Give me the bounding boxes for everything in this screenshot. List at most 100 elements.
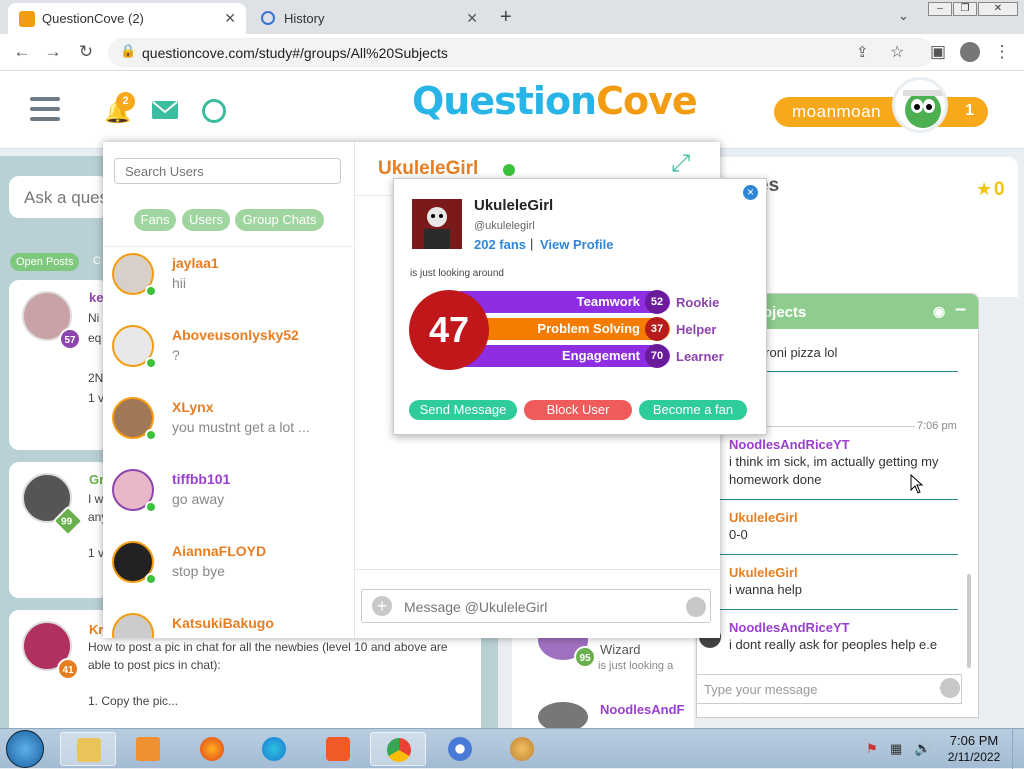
fans-link[interactable]: 202 fans	[474, 237, 526, 252]
firefox-icon	[200, 737, 224, 761]
post-card[interactable]: 99 Gr I w any 1 v	[9, 462, 109, 598]
level-circle: 47	[409, 290, 489, 370]
taskbar-edge[interactable]	[246, 732, 302, 766]
post-card[interactable]: 57 ke Ni eq 2N 1 v	[9, 280, 109, 450]
post-author[interactable]: ke	[89, 290, 103, 305]
address-bar[interactable]: 🔒 questioncove.com/study#/groups/All%20S…	[108, 38, 934, 67]
share-icon[interactable]: ⇪	[856, 43, 869, 61]
message-author[interactable]: NoodlesAndRiceYT	[729, 620, 850, 635]
taskbar-chrome[interactable]	[370, 732, 426, 766]
bookmark-star-icon[interactable]: ☆	[890, 42, 904, 62]
block-user-button[interactable]: Block User	[524, 400, 632, 420]
conversation-name: Aboveusonlysky52	[172, 327, 299, 343]
site-header: 🔔 2 QuestionCove moanmoan 1	[0, 71, 1024, 149]
edge-icon	[262, 737, 286, 761]
menu-dots-icon[interactable]: ⋮	[992, 42, 1012, 62]
send-message-button[interactable]: Send Message	[409, 400, 517, 420]
filter-users[interactable]: Users	[182, 209, 230, 231]
message-author[interactable]: UkuleleGirl	[729, 565, 798, 580]
emoji-icon[interactable]	[686, 597, 706, 617]
become-fan-button[interactable]: Become a fan	[639, 400, 747, 420]
conversation-item[interactable]: XLynx you mustnt get a lot ...	[103, 391, 355, 463]
search-users-input[interactable]	[114, 158, 341, 184]
chrome-icon	[387, 738, 411, 762]
close-tab-icon[interactable]: ✕	[466, 10, 478, 27]
stat-value-engagement: 70	[645, 344, 669, 368]
close-window-button[interactable]: ✕	[978, 2, 1018, 16]
chat-title[interactable]: UkuleleGirl	[378, 158, 478, 180]
user-name[interactable]: NoodlesAndF	[600, 702, 685, 717]
add-attachment-icon[interactable]: +	[372, 596, 392, 616]
reload-icon[interactable]: ↻	[76, 42, 96, 62]
minimize-button[interactable]: –	[928, 2, 952, 16]
scrollbar[interactable]	[967, 574, 971, 668]
flag-icon[interactable]: ⚑	[866, 741, 878, 757]
taskbar-chromium[interactable]	[432, 732, 488, 766]
stat-rank-teamwork: Rookie	[676, 295, 720, 310]
back-arrow-icon[interactable]: ←	[12, 42, 32, 62]
close-popup-button[interactable]: ×	[743, 185, 758, 200]
show-desktop-button[interactable]	[1012, 729, 1024, 769]
restore-button[interactable]: ❐	[953, 2, 977, 16]
forward-arrow-icon[interactable]: →	[43, 42, 63, 62]
start-button-icon[interactable]	[6, 730, 44, 768]
taskbar-firefox[interactable]	[184, 732, 240, 766]
message-text: i dont really ask for peoples help e.e	[729, 637, 938, 652]
online-indicator	[145, 429, 157, 441]
message-divider	[719, 609, 958, 610]
side-panel-icon[interactable]: ▣	[928, 42, 948, 62]
conversation-item[interactable]: Aboveusonlysky52 ?	[103, 319, 355, 391]
message-field[interactable]	[404, 596, 674, 618]
paint-icon	[510, 737, 534, 761]
message-input[interactable]: +	[361, 589, 711, 623]
clock-date[interactable]: 2/11/2022	[944, 750, 1004, 764]
online-indicator	[145, 357, 157, 369]
taskbar-explorer[interactable]	[60, 732, 116, 766]
message-author[interactable]: UkuleleGirl	[729, 510, 798, 525]
taskbar-paint[interactable]	[494, 732, 550, 766]
wizard-label: Wizard	[600, 642, 641, 657]
avatar	[892, 77, 948, 133]
minimize-chat-icon[interactable]: –	[955, 298, 966, 321]
conversation-preview: you mustnt get a lot ...	[172, 419, 310, 435]
tab-search-icon[interactable]: ⌄	[898, 8, 909, 24]
chromium-icon	[448, 737, 472, 761]
conversation-item[interactable]: jaylaa1 hii	[103, 247, 355, 319]
clock-time[interactable]: 7:06 PM	[948, 733, 1000, 748]
tab-other[interactable]: C	[93, 255, 101, 267]
taskbar-brave[interactable]	[310, 732, 366, 766]
user-menu[interactable]: moanmoan 1	[774, 77, 988, 133]
mail-icon[interactable]	[152, 101, 178, 119]
filter-fans[interactable]: Fans	[134, 209, 176, 231]
questioncove-logo[interactable]: QuestionCove	[412, 79, 698, 123]
profile-icon[interactable]	[960, 42, 980, 62]
view-profile-link[interactable]: View Profile	[540, 237, 613, 252]
tab-questioncove[interactable]: QuestionCove (2) ✕	[8, 3, 246, 34]
group-message-input[interactable]: Type your message	[697, 674, 962, 704]
hamburger-menu-icon[interactable]	[30, 97, 60, 121]
post-author[interactable]: Gr	[89, 472, 104, 487]
taskbar-media-player[interactable]	[120, 732, 176, 766]
conversation-item[interactable]: tiffbb101 go away	[103, 463, 355, 535]
tab-title: History	[284, 11, 325, 26]
expand-icon[interactable]: ⤢	[671, 150, 690, 178]
profile-popup: × UkuleleGirl @ukulelegirl 202 fans | Vi…	[393, 178, 767, 435]
ask-question-box[interactable]: Ask a ques	[9, 176, 109, 218]
emoji-icon[interactable]	[940, 678, 960, 698]
conversation-preview: stop bye	[172, 563, 225, 579]
tab-open-posts[interactable]: Open Posts	[10, 253, 80, 271]
friends-icon[interactable]	[202, 99, 226, 123]
message-author[interactable]: NoodlesAndRiceYT	[729, 437, 850, 452]
network-icon[interactable]: ▦	[890, 741, 902, 757]
stat-bar-teamwork: Teamwork	[460, 291, 670, 313]
conversation-item[interactable]: KatsukiBakugo	[103, 607, 355, 638]
hide-icon[interactable]: ◉	[933, 303, 945, 320]
filter-group-chats[interactable]: Group Chats	[235, 209, 324, 231]
volume-icon[interactable]: 🔊	[914, 740, 931, 757]
conversation-item[interactable]: AiannaFLOYD stop bye	[103, 535, 355, 607]
conversation-name: tiffbb101	[172, 471, 231, 487]
close-tab-icon[interactable]: ✕	[224, 10, 236, 27]
tab-history[interactable]: History ✕	[250, 3, 488, 34]
new-tab-button[interactable]: +	[500, 6, 512, 29]
ask-placeholder: Ask a ques	[24, 188, 109, 207]
